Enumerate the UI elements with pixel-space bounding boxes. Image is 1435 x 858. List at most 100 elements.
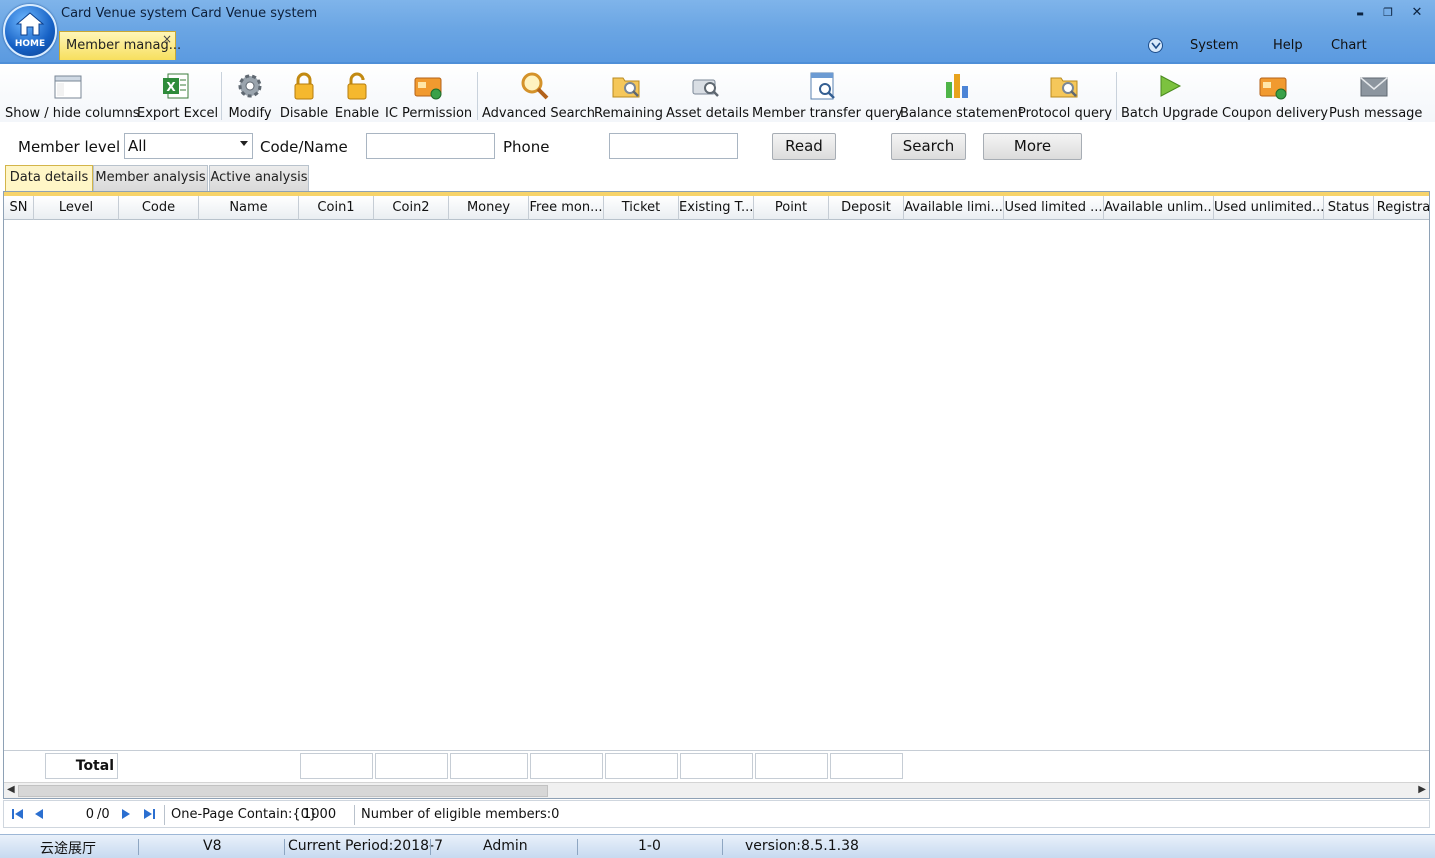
eligible-members-count: Number of eligible members:0 <box>361 807 560 822</box>
protocol-query-button[interactable]: Protocol query <box>1018 66 1112 122</box>
pager-bar: 0 /0 One-Page Contain:{0} 1000 Number of… <box>3 800 1430 828</box>
show-hide-columns-button[interactable]: Show / hide columns <box>5 66 140 122</box>
document-search-icon <box>807 70 839 102</box>
column-header[interactable]: Ticket <box>604 196 679 220</box>
disable-label: Disable <box>279 106 329 121</box>
total-cell-coin1 <box>300 753 373 779</box>
play-arrow-icon <box>1153 70 1185 102</box>
status-divider <box>577 839 578 855</box>
scroll-right-arrow-icon[interactable]: ▶ <box>1418 784 1426 795</box>
coupon-delivery-button[interactable]: Coupon delivery <box>1222 66 1329 122</box>
total-label: Total <box>45 753 118 779</box>
toolbar-divider <box>477 72 478 120</box>
previous-page-icon[interactable] <box>31 806 47 822</box>
minimize-button[interactable]: ▬ <box>1349 4 1371 22</box>
menu-chart[interactable]: Chart <box>1331 38 1367 53</box>
column-header[interactable]: Name <box>199 196 299 220</box>
more-button[interactable]: More <box>983 133 1082 160</box>
advanced-search-button[interactable]: Advanced Search <box>482 66 595 122</box>
status-divider <box>284 839 285 855</box>
column-header[interactable]: Status <box>1324 196 1374 220</box>
column-header[interactable]: Deposit <box>829 196 904 220</box>
tab-active-analysis[interactable]: Active analysis <box>209 165 309 191</box>
total-cell-point <box>755 753 828 779</box>
coupon-delivery-label: Coupon delivery <box>1222 106 1329 121</box>
tab-member-analysis[interactable]: Member analysis <box>93 165 208 191</box>
read-button[interactable]: Read <box>772 133 836 160</box>
search-button[interactable]: Search <box>891 133 966 160</box>
chevron-down-circle-icon[interactable] <box>1148 38 1163 53</box>
tab-data-details[interactable]: Data details <box>5 165 93 191</box>
ic-permission-button[interactable]: IC Permission <box>385 66 472 122</box>
envelope-icon <box>1358 70 1390 102</box>
push-message-button[interactable]: Push message <box>1329 66 1423 122</box>
asset-search-icon <box>690 70 722 102</box>
column-header[interactable]: Level <box>34 196 119 220</box>
column-header[interactable]: Existing T... <box>679 196 754 220</box>
minimize-icon: ▬ <box>1356 9 1364 18</box>
dropdown-arrow-icon <box>240 141 248 146</box>
lock-closed-icon <box>288 70 320 102</box>
phone-label: Phone <box>503 138 550 156</box>
member-level-label: Member level <box>18 138 121 156</box>
home-button[interactable]: HOME <box>3 4 57 58</box>
remaining-label: Remaining <box>594 106 664 121</box>
scroll-left-arrow-icon[interactable]: ◀ <box>7 784 15 795</box>
status-divider <box>722 839 723 855</box>
scrollbar-thumb[interactable] <box>18 785 548 797</box>
window-title: Card Venue system Card Venue system <box>61 6 318 21</box>
asset-details-button[interactable]: Asset details <box>666 66 749 122</box>
total-cell-ticket <box>605 753 678 779</box>
column-header[interactable]: Point <box>754 196 829 220</box>
column-header[interactable]: SN <box>4 196 34 220</box>
member-transfer-query-button[interactable]: Member transfer query <box>752 66 903 122</box>
push-message-label: Push message <box>1329 106 1423 121</box>
page-size-input[interactable]: 1000 <box>303 807 336 822</box>
last-page-icon[interactable] <box>141 806 157 822</box>
status-version: version:8.5.1.38 <box>745 838 859 854</box>
disable-button[interactable]: Disable <box>279 66 329 122</box>
status-user: Admin <box>483 838 528 854</box>
modify-button[interactable]: Modify <box>226 66 274 122</box>
card-permission-icon <box>412 70 444 102</box>
column-header[interactable]: Used unlimited... <box>1214 196 1324 220</box>
horizontal-scrollbar[interactable]: ◀ ▶ <box>4 782 1429 798</box>
column-header[interactable]: Registra <box>1374 196 1429 220</box>
column-header[interactable]: Coin1 <box>299 196 374 220</box>
current-page-input[interactable]: 0 <box>52 807 94 822</box>
column-header[interactable]: Coin2 <box>374 196 449 220</box>
column-header[interactable]: Code <box>119 196 199 220</box>
tab-member-management[interactable]: Member manag... × <box>59 31 181 60</box>
data-grid[interactable]: SN Level Code Name Coin1 Coin2 Money Free mon..… <box>3 191 1430 799</box>
export-excel-button[interactable]: X Export Excel <box>137 66 218 122</box>
column-header[interactable]: Available limi... <box>904 196 1004 220</box>
phone-input[interactable] <box>609 133 738 159</box>
member-level-value: All <box>128 137 147 155</box>
column-header[interactable]: Free mon... <box>529 196 604 220</box>
column-header[interactable]: Used limited ... <box>1004 196 1104 220</box>
menu-help[interactable]: Help <box>1273 38 1303 53</box>
member-level-select[interactable]: All <box>124 133 253 159</box>
remaining-button[interactable]: Remaining <box>594 66 664 122</box>
code-name-input[interactable] <box>366 133 495 159</box>
restore-button[interactable]: ❐ <box>1377 4 1399 22</box>
status-divider <box>430 839 431 855</box>
column-header[interactable]: Available unlim... <box>1104 196 1214 220</box>
home-icon <box>15 12 45 36</box>
status-bar: 云途展厅 V8 Current Period:2018-7 Admin 1-0 … <box>0 834 1435 858</box>
first-page-icon[interactable] <box>10 806 26 822</box>
close-button[interactable]: ✕ <box>1406 4 1428 22</box>
svg-text:X: X <box>166 80 176 94</box>
menu-system[interactable]: System <box>1190 38 1238 53</box>
modify-label: Modify <box>228 106 272 121</box>
balance-statement-button[interactable]: Balance statement <box>900 66 1023 122</box>
total-row: Total <box>4 750 1429 782</box>
asset-details-label: Asset details <box>666 106 749 121</box>
column-header[interactable]: Money <box>449 196 529 220</box>
next-page-icon[interactable] <box>118 806 134 822</box>
tab-close-icon[interactable]: × <box>162 32 172 46</box>
enable-button[interactable]: Enable <box>334 66 380 122</box>
magnifier-icon <box>519 70 551 102</box>
total-cell-coin2 <box>375 753 448 779</box>
batch-upgrade-button[interactable]: Batch Upgrade <box>1121 66 1218 122</box>
